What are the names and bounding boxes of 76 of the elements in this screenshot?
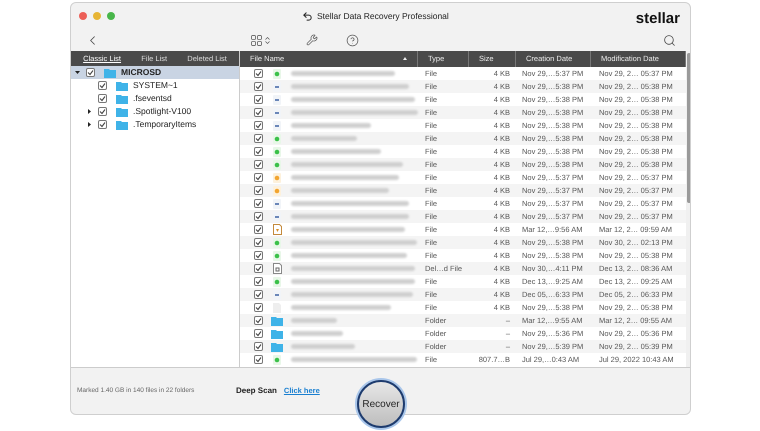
window-title: Stellar Data Recovery Professional (316, 10, 449, 22)
presentation-icon (273, 172, 281, 182)
tree-label: SYSTEM~1 (133, 79, 178, 92)
spreadsheet-icon (273, 134, 281, 144)
tree-item[interactable]: .fseventsd (71, 92, 239, 105)
sort-arrows-icon[interactable] (263, 36, 272, 44)
checkbox[interactable] (254, 199, 263, 208)
sort-indicator-icon[interactable] (403, 57, 407, 61)
checkbox[interactable] (254, 212, 263, 221)
checkbox[interactable] (254, 160, 263, 169)
checkbox[interactable] (98, 107, 107, 116)
tree-label: .fseventsd (133, 92, 172, 105)
checkbox[interactable] (254, 303, 263, 312)
folder-icon (116, 120, 128, 130)
tree-item[interactable]: SYSTEM~1 (71, 79, 239, 92)
checkbox[interactable] (254, 329, 263, 338)
checkbox[interactable] (254, 108, 263, 117)
checkbox[interactable] (254, 238, 263, 247)
document-icon (272, 263, 282, 274)
checkbox[interactable] (254, 82, 263, 91)
blurred-file-name (291, 344, 355, 349)
expand-arrow-icon[interactable] (75, 70, 80, 75)
close-window-button[interactable] (79, 12, 87, 20)
spreadsheet-icon (273, 354, 281, 364)
spreadsheet-icon (273, 160, 281, 170)
checkbox[interactable] (254, 147, 263, 156)
spreadsheet-icon (273, 276, 281, 286)
checkbox[interactable] (254, 95, 263, 104)
tree-item[interactable]: .Spotlight-V100 (71, 105, 239, 118)
folder-icon (116, 94, 128, 104)
tree-label: .TemporaryItems (133, 118, 196, 131)
checkbox[interactable] (254, 316, 263, 325)
spreadsheet-icon (273, 238, 281, 248)
blurred-file-name (291, 331, 343, 336)
checkbox[interactable] (254, 290, 263, 299)
checkbox[interactable] (254, 69, 263, 78)
scrollbar-thumb[interactable] (687, 53, 690, 203)
recover-button[interactable]: Recover (357, 380, 405, 428)
checkbox[interactable] (254, 173, 263, 182)
archive-icon (272, 224, 282, 235)
checkbox[interactable] (254, 134, 263, 143)
search-icon[interactable] (663, 34, 676, 46)
checkbox[interactable] (86, 68, 95, 77)
deep-scan-label: Deep Scan (236, 385, 277, 397)
spreadsheet-icon (273, 250, 281, 260)
presentation-icon (273, 186, 281, 196)
checkbox[interactable] (254, 121, 263, 130)
tree-item[interactable]: .TemporaryItems (71, 118, 239, 131)
checkbox[interactable] (254, 251, 263, 260)
help-icon[interactable] (346, 34, 359, 46)
tree-label: .Spotlight-V100 (133, 105, 192, 118)
expand-arrow-icon[interactable] (87, 122, 92, 127)
checkbox[interactable] (254, 264, 263, 273)
file-icon (273, 198, 281, 208)
checkbox[interactable] (98, 120, 107, 129)
checkbox[interactable] (254, 277, 263, 286)
spreadsheet-icon (273, 146, 281, 156)
checkbox[interactable] (98, 94, 107, 103)
expand-arrow-icon[interactable] (87, 109, 92, 114)
blurred-file-name (291, 318, 337, 323)
checkbox[interactable] (254, 186, 263, 195)
checkbox[interactable] (254, 355, 263, 364)
logo: stellar (636, 8, 680, 29)
file-icon (273, 94, 281, 104)
back-arrow-icon (302, 10, 313, 22)
wrench-icon[interactable] (306, 34, 318, 46)
file-icon (273, 120, 281, 130)
checkbox[interactable] (254, 342, 263, 351)
tree-item[interactable]: MICROSD (71, 66, 239, 79)
blurred-file-name (291, 136, 357, 141)
checkbox[interactable] (254, 225, 263, 234)
tree-label: MICROSD (121, 66, 162, 79)
folder-icon (116, 106, 128, 116)
spreadsheet-icon (273, 68, 281, 78)
checkbox[interactable] (98, 81, 107, 90)
grid-view-icon[interactable] (250, 34, 263, 46)
